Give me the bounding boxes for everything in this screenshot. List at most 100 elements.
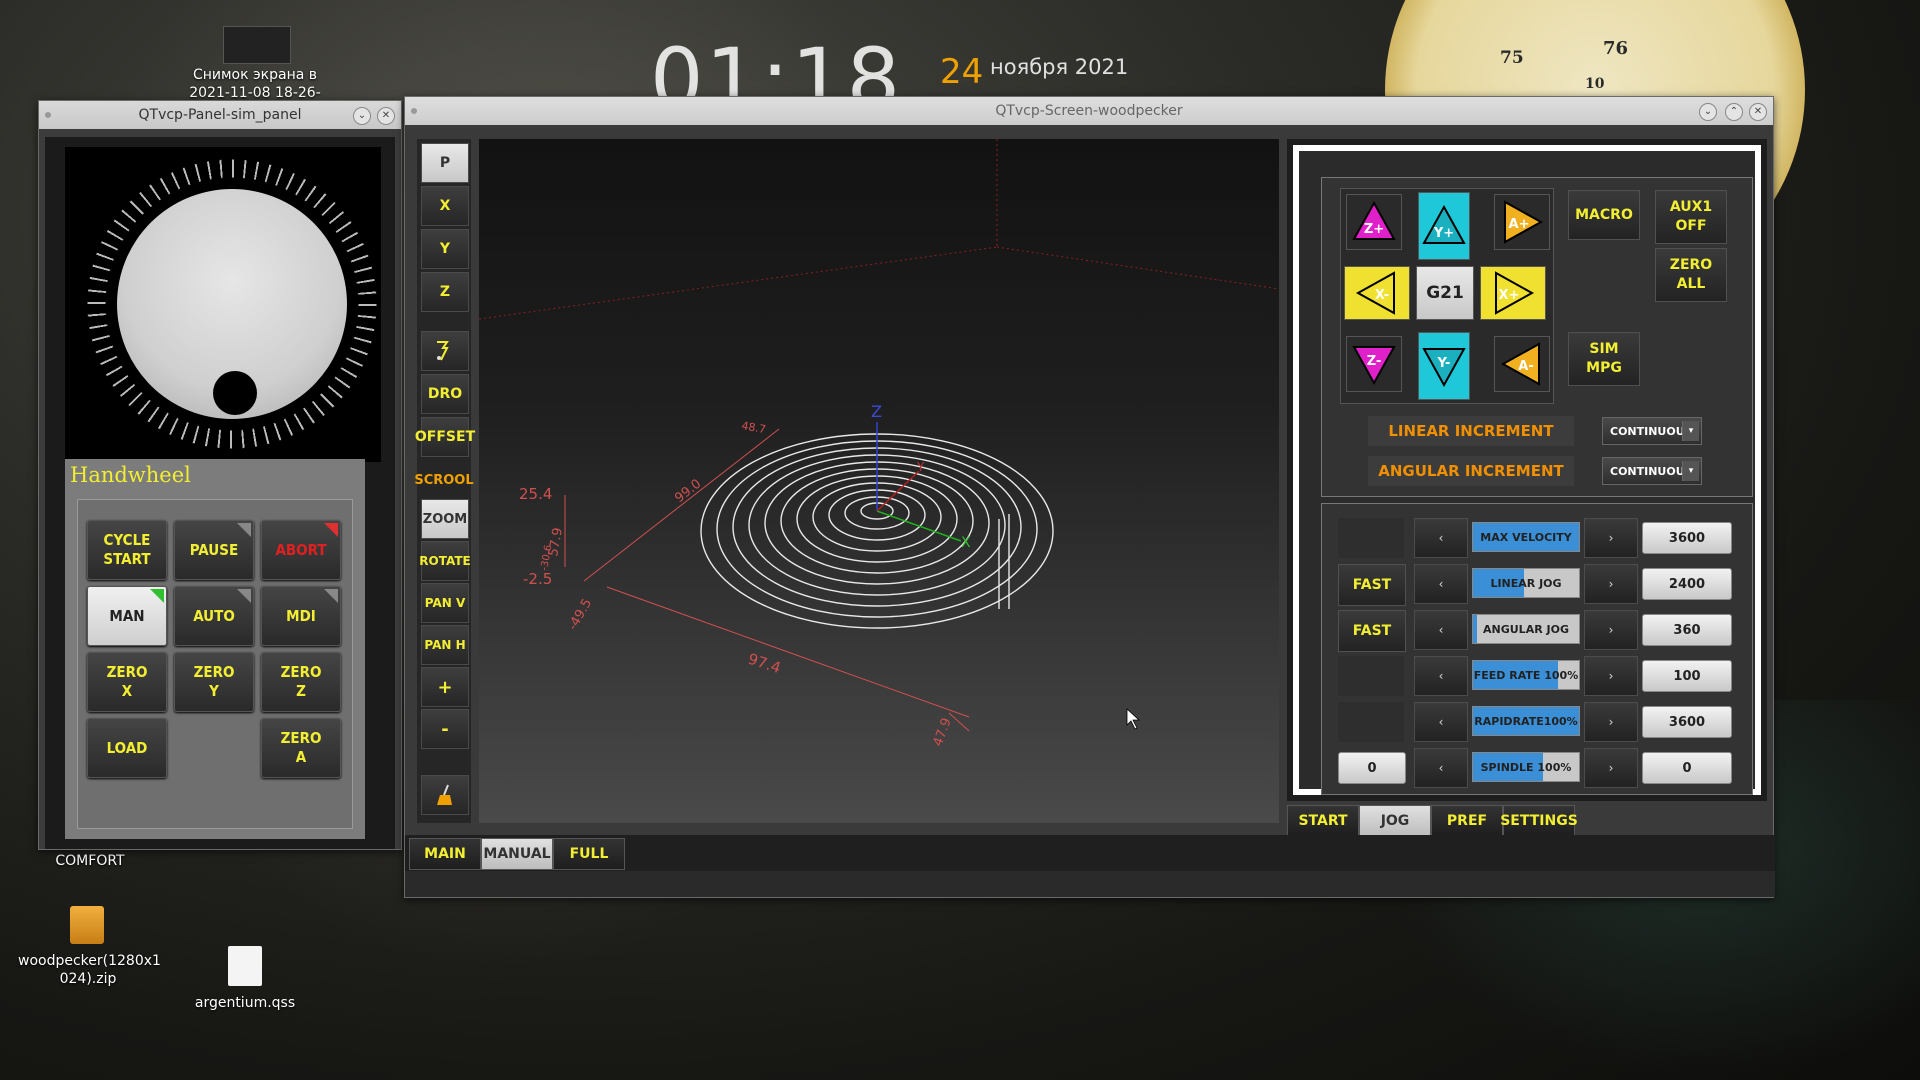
chevron-down-icon: ▾ xyxy=(1682,421,1699,441)
zoom-out-button[interactable]: - xyxy=(421,709,469,749)
close-icon[interactable]: ✕ xyxy=(1749,103,1767,121)
jog-z-minus-button[interactable]: Z- xyxy=(1346,336,1402,392)
close-icon[interactable]: ✕ xyxy=(377,107,395,125)
jog-y-minus-button[interactable]: Y- xyxy=(1418,332,1470,400)
tab-main[interactable]: MAIN xyxy=(409,838,481,870)
jog-a-minus-button[interactable]: A- xyxy=(1494,336,1550,392)
sim-panel-titlebar[interactable]: QTvcp-Panel-sim_panel ⌄ ✕ xyxy=(39,101,401,129)
sim-mpg-button[interactable]: SIM MPG xyxy=(1568,332,1640,386)
gcode-preview[interactable]: Z X Y 48.7 99.0 25.4 57.9 -30.6 -2.5 -49… xyxy=(479,139,1279,823)
desktop-icon-label[interactable]: Снимок экрана в 2021-11-08 18-26- xyxy=(180,66,330,102)
increase-arrow-button[interactable]: › xyxy=(1584,702,1638,742)
screenshot-file-icon[interactable] xyxy=(223,26,291,64)
scroll-label: SCROOL xyxy=(414,472,474,488)
window-menu-icon[interactable] xyxy=(45,112,51,118)
text-file-icon[interactable] xyxy=(228,946,262,986)
fast-toggle-button[interactable]: FAST xyxy=(1338,564,1406,606)
view-x-button[interactable]: X xyxy=(421,186,469,226)
load-button[interactable]: LOAD xyxy=(87,718,167,778)
tab-settings[interactable]: SETTINGS xyxy=(1500,805,1578,837)
angular-increment-select[interactable]: CONTINUOUS ▾ xyxy=(1602,457,1702,485)
fast-toggle-button[interactable]: FAST xyxy=(1338,610,1406,652)
auto-mode-button[interactable]: AUTO xyxy=(174,586,254,646)
zero-a-button[interactable]: ZERO A xyxy=(261,718,341,778)
view-p-button[interactable]: P xyxy=(421,143,469,183)
view-y-button[interactable]: Y xyxy=(421,229,469,269)
offset-button[interactable]: OFFSET xyxy=(415,417,475,457)
tool-path-button[interactable] xyxy=(421,331,469,371)
jog-x-plus-button[interactable]: X+ xyxy=(1480,266,1546,320)
clear-plot-button[interactable] xyxy=(421,775,469,815)
minimize-icon[interactable]: ⌄ xyxy=(1699,103,1717,121)
tab-pref[interactable]: PREF xyxy=(1431,805,1503,837)
increase-arrow-button[interactable]: › xyxy=(1584,564,1638,604)
jog-x-minus-button[interactable]: X- xyxy=(1344,266,1410,320)
handwheel-grip[interactable] xyxy=(213,371,257,415)
mdi-label: MDI xyxy=(286,606,316,625)
woodpecker-titlebar[interactable]: QTvcp-Screen-woodpecker ⌄ ⌃ ✕ xyxy=(405,97,1773,125)
man-mode-button[interactable]: MAN xyxy=(87,586,167,646)
increase-arrow-button[interactable]: › xyxy=(1584,656,1638,696)
rate-value[interactable]: 100 xyxy=(1642,660,1732,692)
tab-manual[interactable]: MANUAL xyxy=(481,838,553,870)
linear-increment-select[interactable]: CONTINUOUS ▾ xyxy=(1602,417,1702,445)
zero-z-button[interactable]: ZERO Z xyxy=(261,652,341,712)
maximize-icon[interactable]: ⌃ xyxy=(1725,103,1743,121)
tab-jog[interactable]: JOG xyxy=(1359,805,1431,837)
decrease-arrow-button[interactable]: ‹ xyxy=(1414,656,1468,696)
chevron-down-icon: ▾ xyxy=(1682,461,1699,481)
rate-slider[interactable]: LINEAR JOG xyxy=(1472,568,1580,598)
rate-slider[interactable]: RAPIDRATE100% xyxy=(1472,706,1580,736)
window-title: QTvcp-Panel-sim_panel xyxy=(138,107,302,123)
tab-full[interactable]: FULL xyxy=(553,838,625,870)
aux1-button[interactable]: AUX1 OFF xyxy=(1655,190,1727,244)
rotate-button[interactable]: ROTATE xyxy=(419,541,471,581)
view-z-button[interactable]: Z xyxy=(421,272,469,312)
decrease-arrow-button[interactable]: ‹ xyxy=(1414,518,1468,558)
tab-start[interactable]: START xyxy=(1287,805,1359,837)
rate-value[interactable]: 360 xyxy=(1642,614,1732,646)
z-minus-icon: Z- xyxy=(1352,346,1396,386)
slider-label: ANGULAR JOG xyxy=(1483,622,1569,636)
desktop-icon-label[interactable]: woodpecker(1280x1 024).zip xyxy=(18,952,161,988)
window-menu-icon[interactable] xyxy=(411,108,417,114)
zip-archive-icon[interactable] xyxy=(70,906,104,944)
abort-button[interactable]: ABORT xyxy=(261,520,341,580)
zero-all-button[interactable]: ZERO ALL xyxy=(1655,248,1727,302)
increase-arrow-button[interactable]: › xyxy=(1584,610,1638,650)
desktop-icon-label[interactable]: argentium.qss xyxy=(190,994,300,1012)
pause-button[interactable]: PAUSE xyxy=(174,520,254,580)
decrease-arrow-button[interactable]: ‹ xyxy=(1414,564,1468,604)
decrease-arrow-button[interactable]: ‹ xyxy=(1414,702,1468,742)
rate-slider[interactable]: MAX VELOCITY xyxy=(1472,522,1580,552)
minimize-icon[interactable]: ⌄ xyxy=(353,107,371,125)
rate-slider[interactable]: SPINDLE 100% xyxy=(1472,752,1580,782)
cycle-start-button[interactable]: CYCLE START xyxy=(87,520,167,580)
pan-v-button[interactable]: PAN V xyxy=(421,583,469,623)
rate-value[interactable]: 3600 xyxy=(1642,522,1732,554)
decrease-arrow-button[interactable]: ‹ xyxy=(1414,748,1468,788)
jog-y-plus-button[interactable]: Y+ xyxy=(1418,192,1470,260)
woodpecker-body: P X Y Z DRO OFFSET SCROOL ZOOM ROTATE PA… xyxy=(405,125,1775,897)
zero-y-button[interactable]: ZERO Y xyxy=(174,652,254,712)
rate-slider[interactable]: ANGULAR JOG xyxy=(1472,614,1580,644)
slider-label: SPINDLE 100% xyxy=(1480,760,1572,774)
jog-a-plus-button[interactable]: A+ xyxy=(1494,194,1550,250)
mdi-mode-button[interactable]: MDI xyxy=(261,586,341,646)
zoom-button[interactable]: ZOOM xyxy=(421,499,469,539)
pan-h-button[interactable]: PAN H xyxy=(421,625,469,665)
dro-button[interactable]: DRO xyxy=(421,374,469,414)
rate-value[interactable]: 0 xyxy=(1642,752,1732,784)
decrease-arrow-button[interactable]: ‹ xyxy=(1414,610,1468,650)
rate-value[interactable]: 2400 xyxy=(1642,568,1732,600)
jog-controls-frame: Z+ Y+ A+ X- G21 X+ Z- Y- A- MACRO AUX1 O… xyxy=(1321,177,1753,497)
rate-value[interactable]: 3600 xyxy=(1642,706,1732,738)
zero-x-button[interactable]: ZERO X xyxy=(87,652,167,712)
g21-units-button[interactable]: G21 xyxy=(1416,266,1474,320)
increase-arrow-button[interactable]: › xyxy=(1584,748,1638,788)
zoom-in-button[interactable]: + xyxy=(421,667,469,707)
macro-button[interactable]: MACRO xyxy=(1568,190,1640,240)
rate-slider[interactable]: FEED RATE 100% xyxy=(1472,660,1580,690)
jog-z-plus-button[interactable]: Z+ xyxy=(1346,194,1402,250)
increase-arrow-button[interactable]: › xyxy=(1584,518,1638,558)
